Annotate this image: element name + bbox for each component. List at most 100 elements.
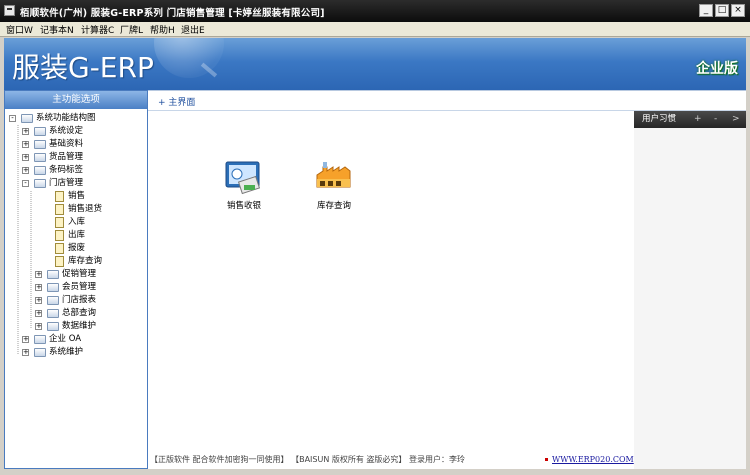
tree-item-label: 会员管理 — [62, 282, 97, 292]
menu-window[interactable]: 窗口W — [6, 23, 33, 36]
folder-icon — [47, 283, 59, 292]
folder-icon — [34, 335, 46, 344]
tree-item-label: 销售 — [68, 191, 86, 201]
tree-item[interactable]: + 条码标签 — [5, 164, 147, 177]
expand-icon[interactable]: + — [22, 167, 29, 174]
tree-item-label: 出库 — [68, 230, 86, 240]
document-icon — [55, 243, 64, 254]
folder-icon — [34, 140, 46, 149]
tree-item-label: 系统维护 — [49, 347, 84, 357]
menu-calculator[interactable]: 计算器C — [81, 23, 114, 36]
tree-item-label: 系统功能结构图 — [36, 113, 96, 123]
expand-icon[interactable]: + — [22, 128, 29, 135]
tree-item-label: 报废 — [68, 243, 86, 253]
function-tree: - 系统功能结构图 + 系统设定 + 基础资料 + 货品管理 + 条码标签 - 门店管理 销售 销售退货入… — [5, 109, 147, 359]
folder-icon — [34, 179, 46, 188]
expand-icon[interactable]: + — [22, 154, 29, 161]
expand-icon[interactable]: + — [22, 336, 29, 343]
menu-notepad[interactable]: 记事本N — [40, 23, 74, 36]
maximize-button[interactable]: □ — [715, 4, 729, 17]
tree-item[interactable]: 出库 — [5, 229, 147, 242]
folder-icon — [34, 348, 46, 357]
expand-icon[interactable]: + — [22, 141, 29, 148]
tree-item[interactable]: + 企业 OA — [5, 333, 147, 346]
expand-icon[interactable]: + — [22, 349, 29, 356]
menu-bar: 窗口W 记事本N 计算器C 厂牌L 帮助H 退出E — [0, 22, 750, 37]
minimize-button[interactable]: _ — [699, 4, 713, 17]
tree-item-label: 数据维护 — [62, 321, 97, 331]
tree-item[interactable]: + 系统维护 — [5, 346, 147, 359]
expand-icon[interactable]: + — [35, 271, 42, 278]
menu-exit[interactable]: 退出E — [181, 23, 205, 36]
function-tree-panel: 主功能选项 - 系统功能结构图 + 系统设定 + 基础资料 + 货品管理 + 条码标签 - 门店管理销… — [4, 90, 148, 469]
folder-icon — [47, 296, 59, 305]
collapse-icon[interactable]: - — [9, 115, 16, 122]
tree-item-label: 总部查询 — [62, 308, 97, 318]
tree-item[interactable]: - 系统功能结构图 — [5, 112, 147, 125]
tree-item[interactable]: 销售退货 — [5, 203, 147, 216]
app-window: 栢顺软件(广州) 服装G-ERP系列 门店销售管理 [卡婷丝服装有限公司] _ … — [0, 0, 750, 475]
tree-item[interactable]: + 总部查询 — [5, 307, 147, 320]
header-banner: 服装G-ERP 企业版 — [4, 38, 746, 90]
expand-icon[interactable]: + — [35, 284, 42, 291]
status-text: 【正版软件 配合软件加密狗一同使用】 【BAISUN 版权所有 盗版必究】 登录… — [150, 455, 465, 464]
product-logo: 服装G-ERP — [12, 51, 154, 84]
remove-button[interactable]: - — [714, 111, 717, 128]
tree-item-label: 货品管理 — [49, 152, 84, 162]
document-icon — [55, 230, 64, 241]
tree-item[interactable]: + 促销管理 — [5, 268, 147, 281]
shortcut-sales-cashier[interactable]: 销售收银 — [224, 159, 264, 211]
tree-item[interactable]: + 数据维护 — [5, 320, 147, 333]
tree-item-label: 企业 OA — [49, 334, 82, 344]
window-title: 栢顺软件(广州) 服装G-ERP系列 门店销售管理 [卡婷丝服装有限公司] — [20, 8, 325, 19]
tree-item[interactable]: + 会员管理 — [5, 281, 147, 294]
menu-brand[interactable]: 厂牌L — [120, 23, 143, 36]
expand-icon[interactable]: + — [35, 297, 42, 304]
collapse-icon[interactable]: - — [22, 180, 29, 187]
tree-item[interactable]: + 门店报表 — [5, 294, 147, 307]
tree-item[interactable]: 库存查询 — [5, 255, 147, 268]
app-icon — [4, 5, 15, 16]
document-icon — [55, 217, 64, 228]
tree-item-label: 条码标签 — [49, 165, 84, 175]
shortcut-inventory-query[interactable]: 库存查询 — [314, 159, 354, 211]
tree-item-label: 销售退货 — [68, 204, 103, 214]
folder-icon — [34, 127, 46, 136]
menu-help[interactable]: 帮助H — [150, 23, 175, 36]
user-habits-header: 用户习惯 + - > — [634, 111, 746, 128]
website-link[interactable]: WWW.ERP020.COM — [552, 451, 634, 469]
tree-item[interactable]: + 基础资料 — [5, 138, 147, 151]
next-button[interactable]: > — [732, 111, 740, 128]
close-button[interactable]: × — [731, 4, 745, 17]
tree-item[interactable]: + 货品管理 — [5, 151, 147, 164]
warehouse-icon — [316, 162, 351, 188]
folder-icon — [47, 270, 59, 279]
add-button[interactable]: + — [694, 111, 702, 128]
folder-icon — [21, 114, 33, 123]
folder-icon — [34, 166, 46, 175]
shortcut-inventory-query-label: 库存查询 — [316, 201, 351, 211]
user-habits-panel: 用户习惯 + - > — [634, 111, 746, 451]
tab-main[interactable]: + 主界面 — [158, 95, 195, 108]
bullet-icon — [545, 458, 548, 461]
title-bar[interactable]: 栢顺软件(广州) 服装G-ERP系列 门店销售管理 [卡婷丝服装有限公司] _ … — [0, 0, 750, 22]
tree-item-label: 门店管理 — [49, 178, 84, 188]
tree-item[interactable]: - 门店管理 — [5, 177, 147, 190]
tree-item-label: 系统设定 — [49, 126, 84, 136]
tree-item[interactable]: 销售 — [5, 190, 147, 203]
folder-icon — [47, 309, 59, 318]
right-bottom-strip — [634, 451, 746, 469]
expand-icon[interactable]: + — [35, 323, 42, 330]
tree-item[interactable]: 入库 — [5, 216, 147, 229]
document-icon — [55, 204, 64, 215]
tree-item[interactable]: + 系统设定 — [5, 125, 147, 138]
tree-item-label: 入库 — [68, 217, 86, 227]
tree-item[interactable]: 报废 — [5, 242, 147, 255]
user-habits-title: 用户习惯 — [642, 114, 677, 124]
folder-icon — [47, 322, 59, 331]
function-panel-header: 主功能选项 — [5, 91, 147, 109]
edition-label: 企业版 — [696, 61, 738, 77]
document-icon — [55, 191, 64, 202]
folder-icon — [34, 153, 46, 162]
expand-icon[interactable]: + — [35, 310, 42, 317]
